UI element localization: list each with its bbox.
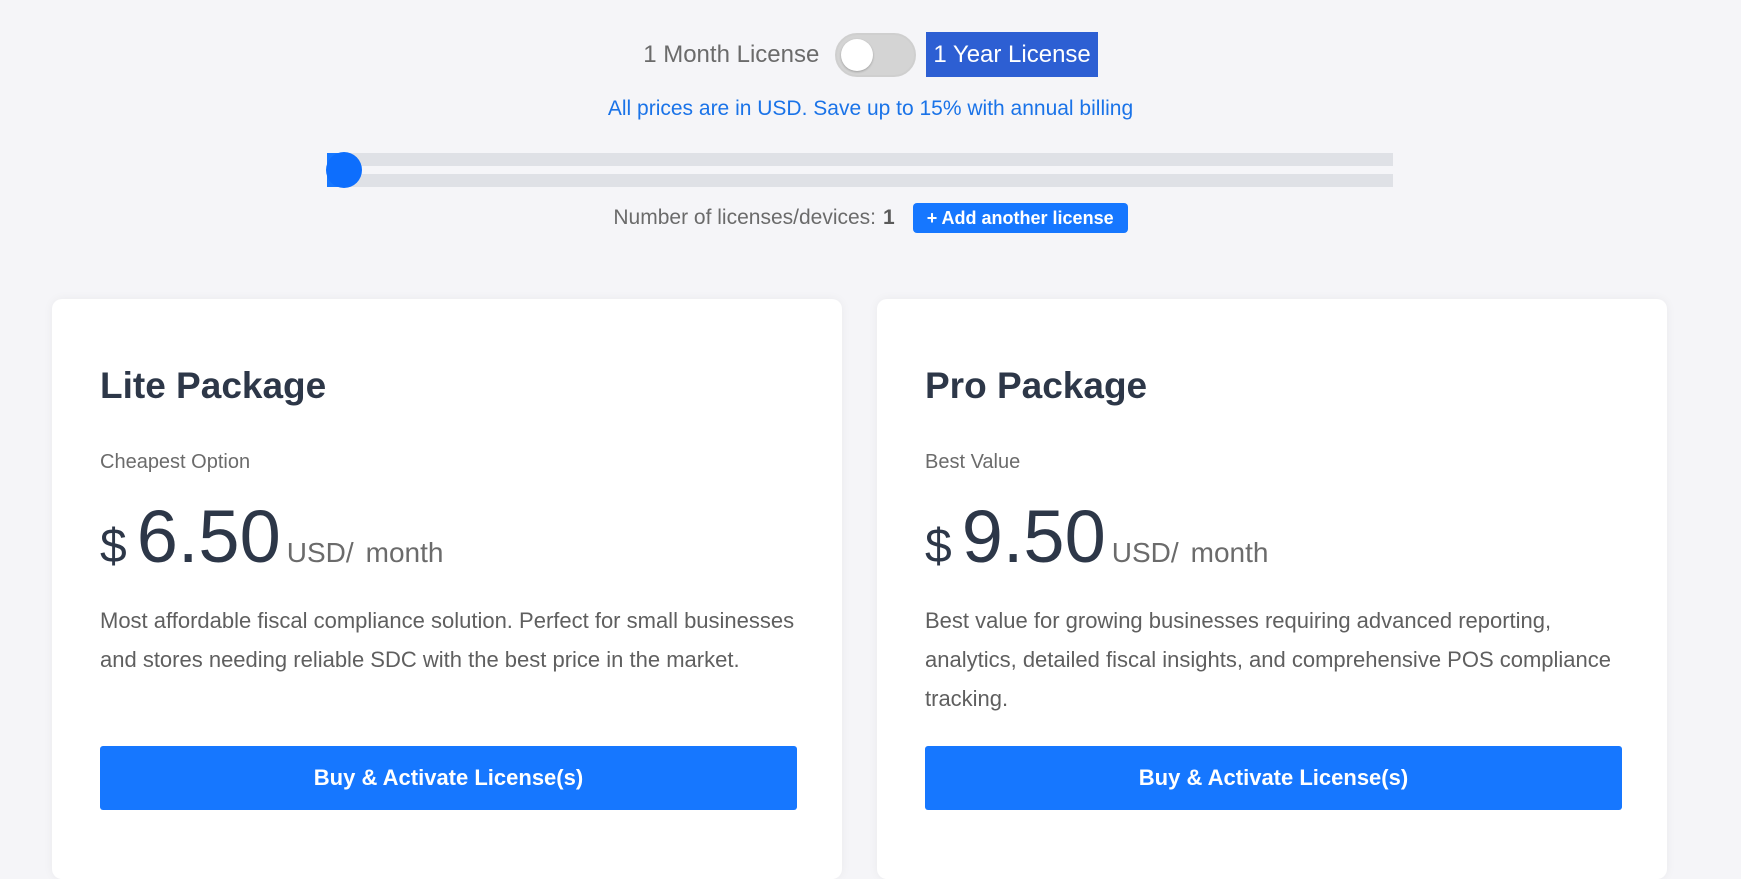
billing-toggle-row: 1 Month License 1 Year License [0,32,1741,77]
package-tag: Cheapest Option [100,451,251,473]
price-period: month [1190,537,1269,568]
price-row: $ 6.50 USD/ month [100,494,443,579]
license-count-slider[interactable] [326,152,1393,188]
month-license-label[interactable]: 1 Month License [643,41,819,69]
currency-symbol: $ [100,520,127,573]
price-amount: 6.50 [136,495,281,578]
price-unit: USD/ [1111,537,1179,568]
package-title: Lite Package [100,365,327,406]
package-title: Pro Package [925,365,1148,406]
package-tag: Best Value [925,451,1021,473]
slider-thumb[interactable] [326,152,362,188]
license-count-label: Number of licenses/devices: [613,206,877,229]
price-period: month [365,537,444,568]
price-amount: 9.50 [961,495,1106,578]
buy-activate-button[interactable]: Buy & Activate License(s) [100,746,797,810]
license-count-row: Number of licenses/devices: 1 + Add anot… [0,203,1741,233]
year-license-label[interactable]: 1 Year License [926,32,1098,77]
pro-package-card: Pro Package Best Value $ 9.50 USD/ month… [877,299,1667,879]
license-count-value: 1 [883,206,895,229]
price-unit: USD/ [286,537,354,568]
package-description: Most affordable fiscal compliance soluti… [100,608,795,672]
slider-track[interactable] [327,153,1393,187]
add-license-button[interactable]: + Add another license [912,203,1128,233]
price-row: $ 9.50 USD/ month [925,494,1268,579]
currency-symbol: $ [925,520,952,573]
buy-activate-button[interactable]: Buy & Activate License(s) [925,746,1622,810]
package-description: Best value for growing businesses requir… [925,608,1612,711]
pricing-note: All prices are in USD. Save up to 15% wi… [607,97,1134,120]
billing-period-switch[interactable] [835,32,917,77]
lite-package-card: Lite Package Cheapest Option $ 6.50 USD/… [52,299,842,879]
switch-knob[interactable] [841,38,874,71]
